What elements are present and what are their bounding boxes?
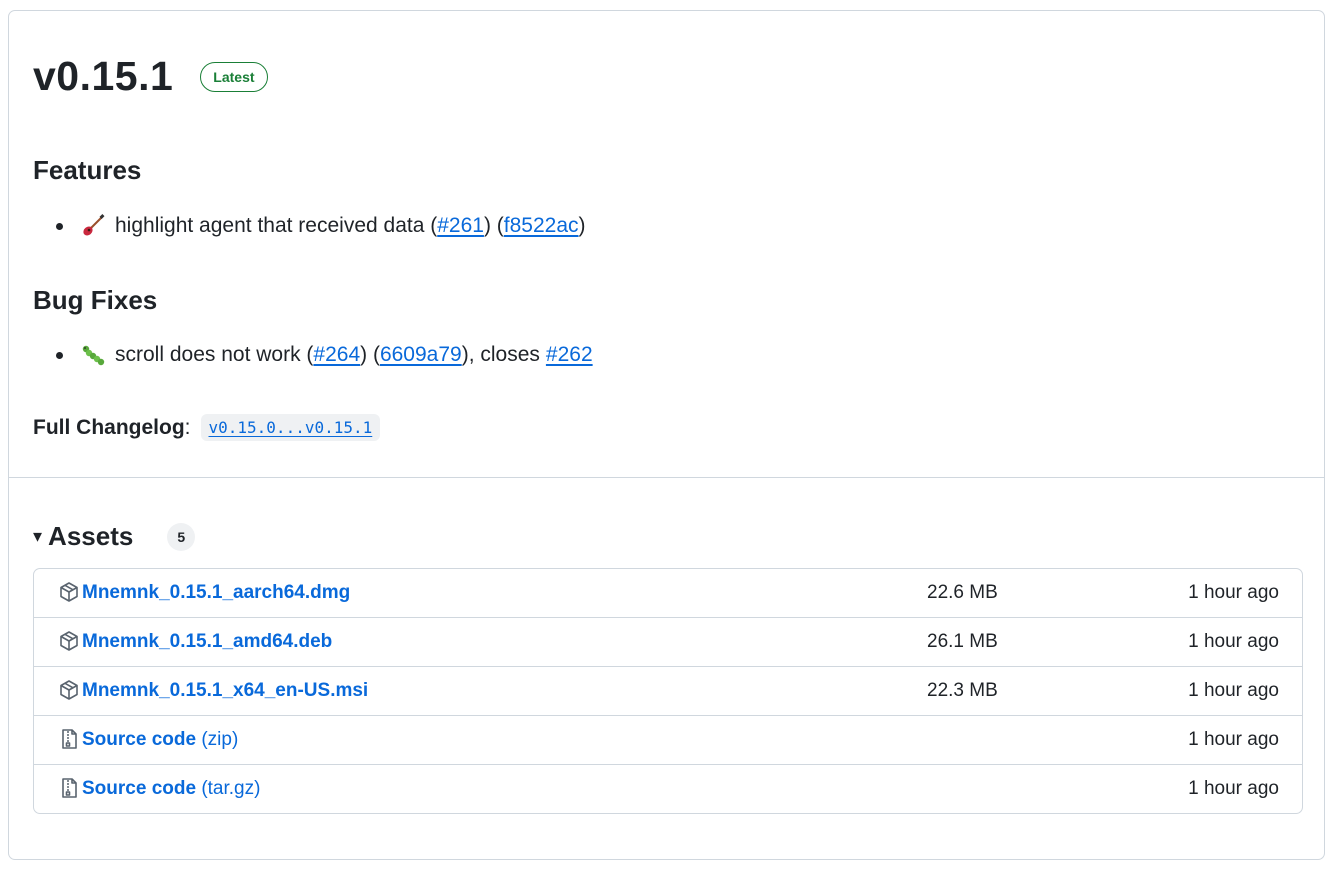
assets-list: Mnemnk_0.15.1_aarch64.dmg 22.6 MB 1 hour a… [33,568,1303,814]
asset-timestamp[interactable]: 1 hour ago [1188,778,1279,800]
divider [9,477,1324,478]
compare-link[interactable]: v0.15.0...v0.15.1 [209,418,373,437]
asset-row: Mnemnk_0.15.1_x64_en-US.msi 22.3 MB 1 hour… [34,666,1302,715]
package-icon [58,630,80,652]
bullet-dot [56,351,63,359]
feature-end: ) [578,214,586,237]
asset-download-link[interactable]: Mnemnk_0.15.1_x64_en-US.msi [82,680,368,702]
asset-download-link[interactable]: Source code (zip) [82,729,238,751]
asset-download-link[interactable]: Mnemnk_0.15.1_amd64.deb [82,631,332,653]
asset-download-link[interactable]: Source code (tar.gz) [82,778,260,800]
asset-size: 22.6 MB [927,582,998,603]
bugfix-text: scroll does not work ( [115,343,314,366]
release-title[interactable]: v0.15.1 [33,56,173,97]
release-header: v0.15.1 Latest [33,56,268,97]
asset-size: 22.3 MB [927,680,998,701]
asset-row: Source code (zip) 1 hour ago [34,715,1302,764]
asset-format: (zip) [201,729,239,750]
guitar-icon [81,214,105,238]
pr-link[interactable]: #264 [313,343,360,367]
assets-count-badge: 5 [167,522,196,551]
asset-row: Source code (tar.gz) 1 hour ago [34,764,1302,813]
list-item: scroll does not work ( #264 ) ( 6609a79 … [56,343,593,367]
asset-timestamp[interactable]: 1 hour ago [1188,582,1279,604]
release-card: v0.15.1 Latest Features highlight agent … [8,10,1325,860]
caterpillar-icon [81,343,105,367]
feature-text: highlight agent that received data ( [115,214,438,237]
full-changelog: Full Changelog : v0.15.0...v0.15.1 [33,414,381,441]
changelog-code: v0.15.0...v0.15.1 [200,414,381,441]
assets-summary[interactable]: ▾ Assets 5 [33,521,196,552]
bugfix-sep: ) ( [360,343,380,366]
asset-name: Mnemnk_0.15.1_x64_en-US.msi [82,680,369,701]
latest-badge: Latest [200,61,268,92]
asset-name: Mnemnk_0.15.1_amd64.deb [82,631,333,652]
asset-timestamp[interactable]: 1 hour ago [1188,631,1279,653]
caret-down-icon: ▾ [33,526,43,546]
package-icon [58,581,80,603]
file-zip-icon [58,777,80,799]
asset-row: Mnemnk_0.15.1_amd64.deb 26.1 MB 1 hour ago [34,617,1302,666]
bug-fixes-heading: Bug Fixes [33,285,158,315]
full-changelog-colon: : [184,415,191,439]
list-item: highlight agent that received data ( #26… [56,214,586,238]
features-heading: Features [33,155,142,185]
asset-timestamp[interactable]: 1 hour ago [1188,729,1279,751]
pr-link[interactable]: #261 [437,214,484,238]
asset-row: Mnemnk_0.15.1_aarch64.dmg 22.6 MB 1 hour a… [34,569,1302,617]
feature-sep: ) ( [483,214,504,237]
issue-link[interactable]: #262 [546,343,593,367]
assets-title: Assets [48,521,134,551]
asset-name: Mnemnk_0.15.1_aarch64.dmg [82,582,351,603]
asset-name: Source code [82,729,197,750]
asset-download-link[interactable]: Mnemnk_0.15.1_aarch64.dmg [82,582,350,604]
file-zip-icon [58,728,80,750]
bullet-dot [56,222,63,230]
commit-link[interactable]: f8522ac [504,214,579,238]
asset-size: 26.1 MB [927,631,998,652]
asset-format: (tar.gz) [201,778,261,799]
asset-timestamp[interactable]: 1 hour ago [1188,680,1279,702]
full-changelog-label: Full Changelog [33,415,185,439]
closes-text: ), closes [461,343,540,366]
asset-name: Source code [82,778,197,799]
commit-link[interactable]: 6609a79 [380,343,462,367]
package-icon [58,679,80,701]
